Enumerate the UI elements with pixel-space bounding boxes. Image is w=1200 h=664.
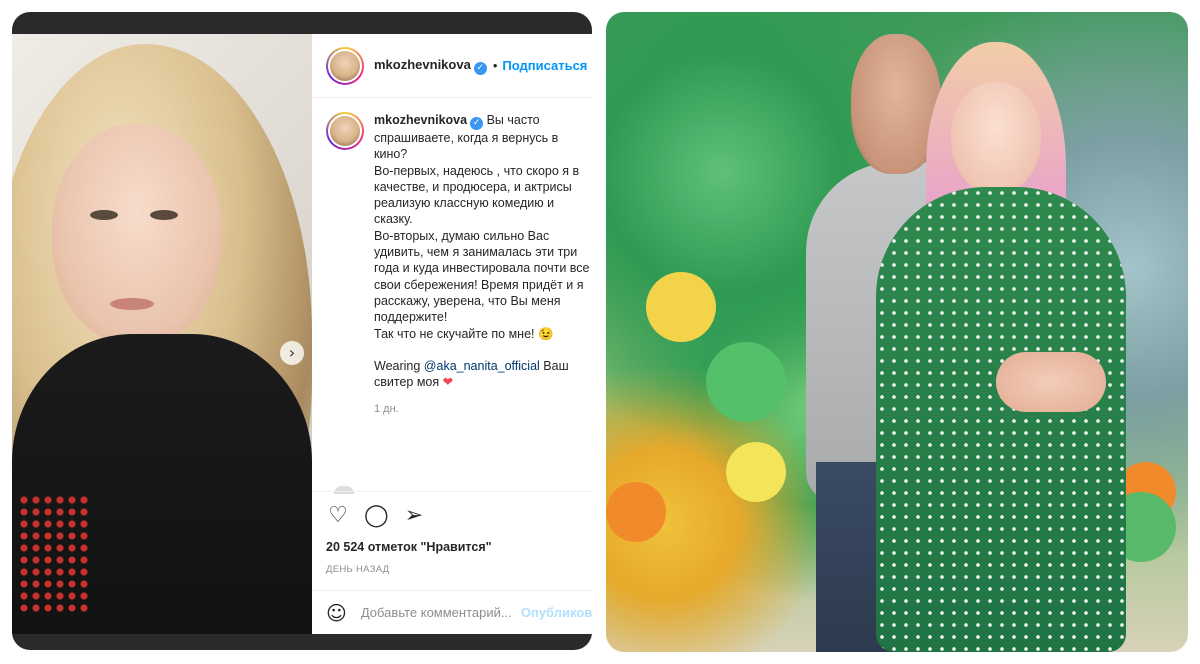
follow-button[interactable]: Подписаться (502, 58, 587, 73)
instagram-post-screenshot: › mkozhevnikova ✓ • Подписаться mkozhevni… (12, 12, 592, 650)
comment-bar: ☺ Опубликовать (312, 590, 592, 634)
verified-badge-icon: ✓ (470, 117, 484, 130)
username[interactable]: mkozhevnikova ✓ (374, 57, 487, 75)
post-photo: › (12, 34, 312, 634)
chevron-right-icon[interactable]: › (280, 341, 304, 365)
posted-ago: ДЕНЬ НАЗАД (326, 564, 390, 575)
share-icon[interactable]: ➢ (402, 504, 426, 528)
caption-username[interactable]: mkozhevnikova (374, 113, 467, 127)
likes-count[interactable]: 20 524 отметок "Нравится" (326, 540, 592, 554)
collage: › mkozhevnikova ✓ • Подписаться mkozhevni… (0, 0, 1200, 664)
timestamp: 1 дн. (374, 402, 399, 415)
comment-icon[interactable]: ◯ (364, 504, 389, 528)
caption-area: mkozhevnikova ✓ Вы часто спрашиваете, ког… (312, 98, 592, 494)
emoji-icon[interactable]: ☺ (326, 601, 347, 625)
heart-outline-icon[interactable]: ♡ (326, 504, 350, 528)
post-header: mkozhevnikova ✓ • Подписаться (312, 34, 592, 98)
comment-input[interactable] (360, 605, 521, 620)
avatar[interactable] (326, 46, 364, 85)
caption-text: mkozhevnikova ✓ Вы часто спрашиваете, ког… (374, 113, 590, 390)
mention-link[interactable]: @aka_nanita_official (424, 359, 540, 373)
post-side-panel: mkozhevnikova ✓ • Подписаться mkozhevniko… (312, 34, 592, 634)
post-actions: ♡ ◯ ➢ 20 524 отметок "Нравится" ДЕНЬ НАЗ… (312, 491, 592, 587)
verified-badge-icon: ✓ (473, 61, 487, 75)
publish-button[interactable]: Опубликовать (521, 605, 592, 620)
couple-photo (606, 12, 1188, 652)
avatar[interactable] (326, 112, 364, 150)
